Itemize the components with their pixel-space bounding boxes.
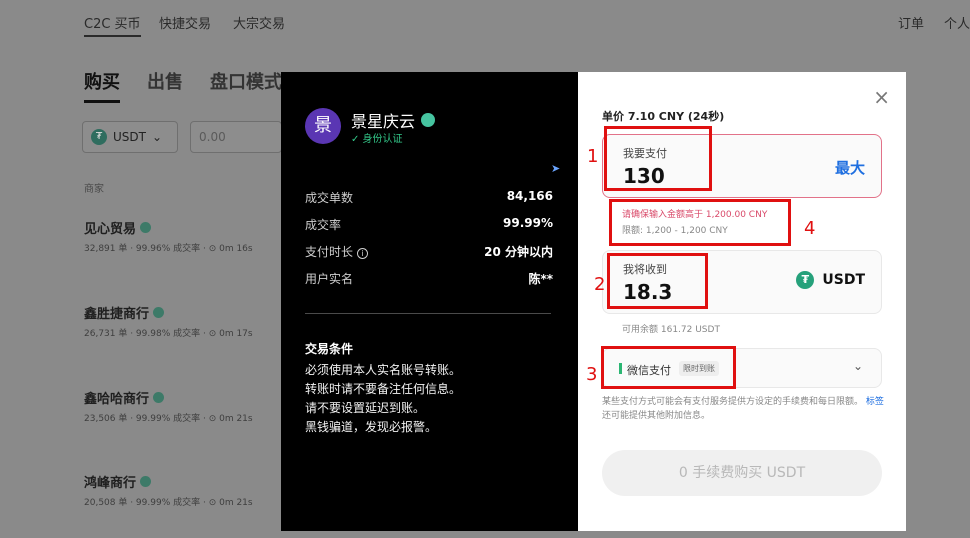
chevron-down-icon: ⌄ bbox=[852, 359, 863, 373]
nav-c2c-buy[interactable]: C2C 买币 bbox=[84, 13, 141, 37]
merchant-stats: 20,508 单 · 99.99% 成交率 · ⊙ 0m 21s bbox=[84, 498, 253, 508]
annotation-number-3: 3 bbox=[586, 364, 598, 385]
merchant-name: 见心贸易 bbox=[84, 222, 137, 237]
annotation-box-4 bbox=[609, 199, 791, 246]
stat-label: 成交率 bbox=[305, 218, 342, 232]
annotation-box-3 bbox=[601, 346, 736, 389]
nav-profile[interactable]: 个人 bbox=[944, 13, 970, 32]
terms-line: 必须使用本人实名账号转账。 bbox=[305, 363, 462, 377]
annotation-box-2 bbox=[607, 253, 708, 309]
tab-sell[interactable]: 出售 bbox=[147, 68, 183, 94]
nav-quick-trade[interactable]: 快捷交易 bbox=[159, 13, 211, 32]
receive-coin-label: USDT bbox=[822, 272, 865, 288]
stat-label: 用户实名 bbox=[305, 272, 354, 286]
tether-icon: ₮ bbox=[91, 129, 107, 145]
note-text: 某些支付方式可能会有支付服务提供方设定的手续费和每日限额。 bbox=[602, 397, 864, 407]
stat-value: 99.99% bbox=[503, 216, 553, 230]
info-icon[interactable]: i bbox=[357, 248, 369, 259]
stat-value: 20 分钟以内 bbox=[484, 245, 553, 259]
max-button[interactable]: 最大 bbox=[835, 157, 865, 178]
verified-icon bbox=[153, 392, 165, 403]
terms-title: 交易条件 bbox=[305, 342, 354, 356]
stat-label: 支付时长 bbox=[305, 245, 354, 259]
mouse-cursor-icon: ➤ bbox=[551, 162, 561, 175]
divider bbox=[305, 313, 551, 314]
chevron-down-icon: ⌄ bbox=[151, 130, 163, 144]
stat-label: 成交单数 bbox=[305, 191, 354, 205]
merchant-name: 鸿峰商行 bbox=[84, 476, 137, 491]
terms-line: 请不要设置延迟到账。 bbox=[305, 401, 426, 415]
merchant-row[interactable]: 鑫哈哈商行 23,506 单 · 99.99% 成交率 · ⊙ 0m 21s bbox=[84, 388, 253, 424]
coin-select-label: USDT bbox=[113, 130, 146, 144]
close-icon[interactable]: × bbox=[873, 87, 890, 107]
note-rest: 还可能提供其他附加信息。 bbox=[602, 411, 711, 421]
annotation-box-1 bbox=[604, 126, 712, 191]
stat-total-orders: 成交单数 84,166 bbox=[305, 189, 553, 206]
annotation-number-2: 2 bbox=[594, 274, 606, 295]
seller-name: 景星庆云 bbox=[351, 112, 416, 131]
terms-line: 转账时请不要备注任何信息。 bbox=[305, 382, 462, 396]
nav-block-trade[interactable]: 大宗交易 bbox=[233, 13, 285, 32]
note-link[interactable]: 标签 bbox=[866, 397, 884, 407]
stat-value: 陈** bbox=[528, 272, 553, 286]
merchant-stats: 26,731 单 · 99.98% 成交率 · ⊙ 0m 17s bbox=[84, 329, 253, 339]
verified-icon bbox=[140, 476, 152, 487]
verified-icon bbox=[153, 307, 165, 318]
merchant-column-header: 商家 bbox=[84, 184, 104, 195]
available-balance: 可用余额 161.72 USDT bbox=[622, 325, 720, 335]
buy-button[interactable]: 0 手续费购买 USDT bbox=[602, 450, 882, 496]
tab-orderbook[interactable]: 盘口模式 bbox=[210, 68, 282, 94]
merchant-stats: 32,891 单 · 99.96% 成交率 · ⊙ 0m 16s bbox=[84, 244, 253, 254]
coin-select[interactable]: ₮ USDT ⌄ bbox=[82, 121, 178, 153]
avatar: 景 bbox=[305, 108, 341, 144]
unit-price: 单价 7.10 CNY (24秒) bbox=[602, 110, 725, 123]
amount-input[interactable]: 0.00 bbox=[190, 121, 282, 153]
merchant-row[interactable]: 见心贸易 32,891 单 · 99.96% 成交率 · ⊙ 0m 16s bbox=[84, 218, 253, 254]
merchant-stats: 23,506 单 · 99.99% 成交率 · ⊙ 0m 21s bbox=[84, 414, 253, 424]
terms-list: 必须使用本人实名账号转账。 转账时请不要备注任何信息。 请不要设置延迟到账。 黑… bbox=[305, 361, 461, 437]
top-nav: C2C 买币 快捷交易 大宗交易 订单 个人 bbox=[0, 0, 970, 44]
merchant-row[interactable]: 鸿峰商行 20,508 单 · 99.99% 成交率 · ⊙ 0m 21s bbox=[84, 472, 253, 508]
stat-real-name: 用户实名 陈** bbox=[305, 270, 553, 287]
stat-payment-time: 支付时长 i 20 分钟以内 bbox=[305, 243, 553, 260]
merchant-name: 鑫哈哈商行 bbox=[84, 392, 150, 407]
receive-coin: ₮ USDT bbox=[796, 271, 865, 289]
merchant-row[interactable]: 鑫胜捷商行 26,731 单 · 99.98% 成交率 · ⊙ 0m 17s bbox=[84, 303, 253, 339]
seller-info-panel: 景 景星庆云 ✓ 身份认证 ➤ 成交单数 84,166 成交率 99.99% 支… bbox=[281, 72, 578, 531]
identity-verified-label: ✓ 身份认证 bbox=[351, 134, 403, 145]
annotation-number-1: 1 bbox=[587, 146, 599, 167]
annotation-number-4: 4 bbox=[804, 218, 816, 239]
stat-completion-rate: 成交率 99.99% bbox=[305, 216, 553, 233]
stat-value: 84,166 bbox=[506, 189, 553, 203]
seller-name-row: 景星庆云 bbox=[351, 108, 436, 132]
nav-orders[interactable]: 订单 bbox=[898, 13, 924, 32]
payment-note: 某些支付方式可能会有支付服务提供方设定的手续费和每日限额。 标签 还可能提供其他… bbox=[602, 395, 884, 423]
verified-icon bbox=[140, 222, 152, 233]
verified-badge-icon bbox=[421, 113, 436, 127]
terms-line: 黑钱骗道，发现必报警。 bbox=[305, 420, 438, 434]
merchant-name: 鑫胜捷商行 bbox=[84, 307, 150, 322]
tether-icon: ₮ bbox=[796, 271, 815, 289]
tab-buy[interactable]: 购买 bbox=[84, 68, 120, 103]
